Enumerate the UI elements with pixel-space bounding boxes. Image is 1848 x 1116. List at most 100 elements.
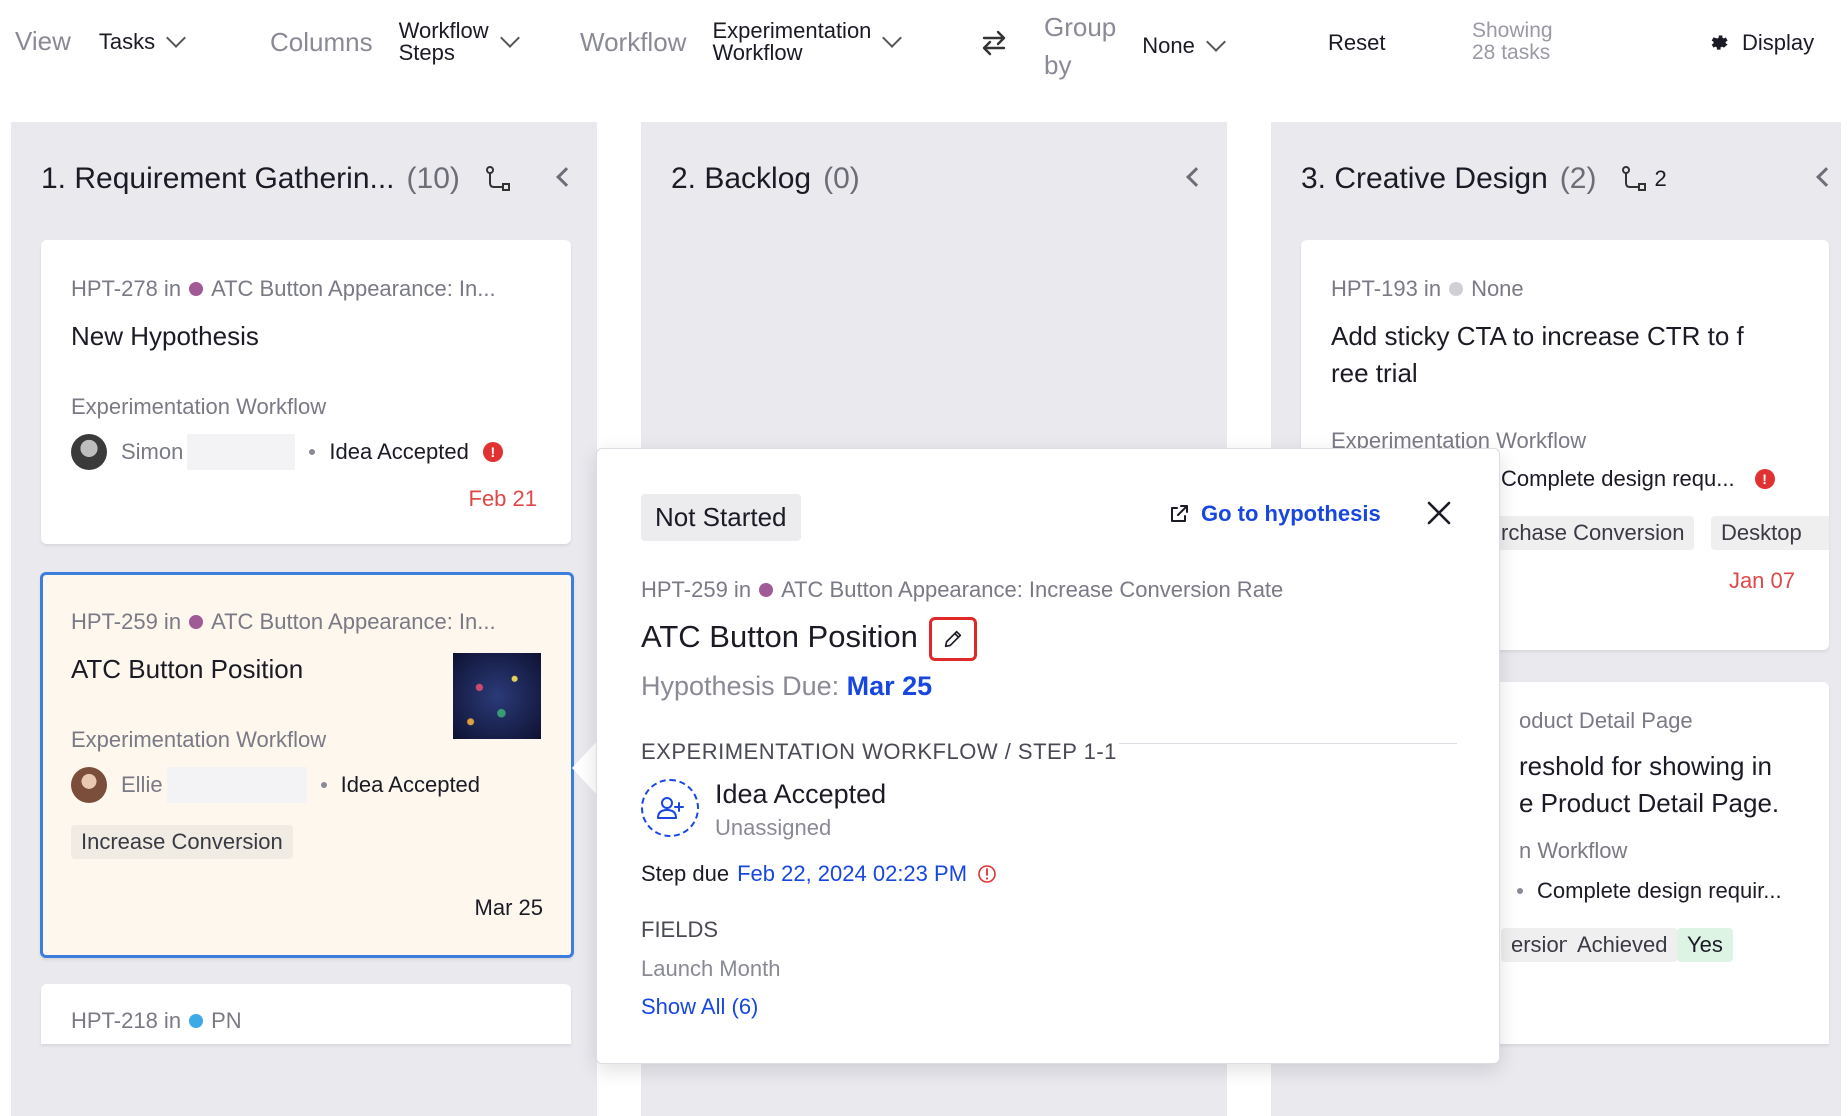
hypothesis-id: HPT-259 in xyxy=(641,577,752,602)
show-all-fields-link[interactable]: Show All (6) xyxy=(641,994,758,1020)
separator-dot xyxy=(320,782,327,788)
popover-meta: HPT-259 in ATC Button Appearance: Increa… xyxy=(641,577,1283,603)
project-dot-icon xyxy=(1449,282,1464,296)
card-title-line1: reshold for showing in xyxy=(1519,751,1772,781)
chevron-down-icon xyxy=(166,27,187,48)
step-due: Step due Feb 22, 2024 02:23 PM xyxy=(641,861,997,887)
card-meta: HPT-193 in None xyxy=(1331,276,1524,302)
alert-icon: ! xyxy=(1754,469,1775,489)
card-title: reshold for showing in e Product Detail … xyxy=(1519,748,1779,822)
collapse-column-icon[interactable] xyxy=(556,167,576,187)
edit-title-button[interactable] xyxy=(929,617,977,661)
project-dot-icon xyxy=(189,282,204,296)
external-link-icon xyxy=(1171,505,1188,522)
assign-user-button[interactable] xyxy=(641,779,699,837)
column-header: 3. Creative Design (2) 2 xyxy=(1301,162,1667,196)
step-due-value[interactable]: Feb 22, 2024 02:23 PM xyxy=(737,861,967,887)
workflow-selector[interactable]: Workflow Experimentation Workflow xyxy=(580,20,903,64)
subtask-count: 2 xyxy=(1654,166,1667,191)
avatar xyxy=(71,767,107,803)
assignee-name: Ellie xyxy=(121,772,163,797)
card-project: PN xyxy=(211,1008,242,1033)
separator-dot xyxy=(1517,888,1523,894)
collapse-column-icon[interactable] xyxy=(1816,167,1836,187)
column-title: 3. Creative Design xyxy=(1301,162,1548,195)
card-thumbnail-image xyxy=(453,653,541,739)
card-title: New Hypothesis xyxy=(71,321,259,351)
showing-line1: Showing xyxy=(1472,19,1553,42)
view-value: Tasks xyxy=(98,28,156,54)
project-dot-icon xyxy=(759,583,774,597)
hypothesis-title: ATC Button Position xyxy=(641,619,918,654)
card-workflow: n Workflow xyxy=(1519,838,1628,863)
chevron-down-icon xyxy=(1205,32,1226,52)
showing-count: Showing 28 tasks xyxy=(1472,20,1553,64)
card-title: ATC Button Position xyxy=(71,654,304,684)
status-badge: Not Started xyxy=(641,494,801,541)
card-step: Complete design requ... xyxy=(1501,466,1735,491)
card-meta: oduct Detail Page xyxy=(1519,708,1693,733)
due-label: Hypothesis Due: xyxy=(641,671,840,701)
card-due-date: Feb 21 xyxy=(468,486,538,511)
card-workflow: Experimentation Workflow xyxy=(71,394,327,419)
due-value[interactable]: Mar 25 xyxy=(847,671,933,701)
card-project: ATC Button Appearance: In... xyxy=(211,609,496,634)
subtask-icon[interactable] xyxy=(484,165,512,193)
go-to-hypothesis-link[interactable]: Go to hypothesis xyxy=(1167,501,1381,527)
popover-arrow xyxy=(572,740,598,796)
card-tag: Yes xyxy=(1677,928,1733,962)
card-step-row: Complete design requ... ! xyxy=(1501,466,1775,492)
columns-value-line2: Steps xyxy=(398,40,455,65)
card-title-line2: e Product Detail Page. xyxy=(1519,788,1780,818)
card-tag: Desktop xyxy=(1711,516,1829,550)
avatar xyxy=(71,434,107,470)
workflow-step-heading: EXPERIMENTATION WORKFLOW / STEP 1-1 xyxy=(641,739,1117,764)
showing-line2: 28 tasks xyxy=(1472,41,1551,64)
separator-dot xyxy=(309,449,316,455)
step-assignee: Unassigned xyxy=(715,815,832,840)
view-selector[interactable]: View Tasks xyxy=(15,26,187,57)
card-title-line1: Add sticky CTA to increase CTR to f xyxy=(1331,321,1744,351)
columns-value-line1: Workflow xyxy=(398,18,489,43)
columns-value: Workflow Steps xyxy=(399,20,489,64)
reset-button[interactable]: Reset xyxy=(1328,30,1385,56)
card-tag: Achieved xyxy=(1567,928,1678,962)
chevron-down-icon xyxy=(882,28,903,48)
task-card-selected[interactable]: HPT-259 in ATC Button Appearance: In... … xyxy=(40,572,574,958)
card-tag: Increase Conversion xyxy=(71,825,293,859)
hypothesis-due: Hypothesis Due: Mar 25 xyxy=(641,671,932,702)
column-header: 2. Backlog (0) xyxy=(671,162,860,196)
card-meta: HPT-218 in PN xyxy=(71,1008,242,1034)
close-icon[interactable] xyxy=(1425,499,1453,527)
display-button[interactable]: Display xyxy=(1708,30,1814,56)
column-count: (2) xyxy=(1559,162,1597,195)
card-workflow: Experimentation Workflow xyxy=(71,727,327,752)
workflow-label: Workflow xyxy=(580,26,687,57)
columns-selector[interactable]: Columns Workflow Steps xyxy=(270,20,520,64)
card-meta: HPT-278 in ATC Button Appearance: In... xyxy=(71,276,496,302)
subtask-icon[interactable]: 2 xyxy=(1620,165,1667,193)
task-card[interactable]: HPT-278 in ATC Button Appearance: In... … xyxy=(41,240,571,544)
gear-icon xyxy=(1711,35,1728,50)
groupby-selector[interactable]: Group by None xyxy=(1044,8,1226,84)
task-card[interactable]: HPT-218 in PN xyxy=(41,984,571,1044)
card-due-date: Mar 25 xyxy=(474,895,543,920)
workflow-value: Experimentation Workflow xyxy=(712,20,871,64)
workflow-value-line2: Workflow xyxy=(712,40,803,65)
column-count: (0) xyxy=(823,162,860,195)
card-meta: HPT-259 in ATC Button Appearance: In... xyxy=(71,609,496,635)
top-toolbar: View Tasks Columns Workflow Steps Workfl… xyxy=(0,0,1848,100)
column-header: 1. Requirement Gatherin... (10) xyxy=(41,162,512,196)
hypothesis-popover: Not Started Go to hypothesis HPT-259 in … xyxy=(596,448,1500,1064)
collapse-column-icon[interactable] xyxy=(1186,167,1206,187)
card-assignee-row: Ellie Idea Accepted xyxy=(71,767,480,803)
redacted-surname xyxy=(187,434,296,470)
card-id: HPT-259 in xyxy=(71,609,182,634)
groupby-label-line2: by xyxy=(1044,50,1072,80)
swap-icon[interactable] xyxy=(980,30,1008,56)
column-count: (10) xyxy=(406,162,460,195)
card-step: Idea Accepted xyxy=(340,772,481,797)
go-to-hypothesis-label: Go to hypothesis xyxy=(1201,501,1381,526)
board-column-requirement-gathering: 1. Requirement Gatherin... (10) HPT-278 … xyxy=(11,122,597,1116)
hierarchy-icon xyxy=(1622,166,1647,191)
